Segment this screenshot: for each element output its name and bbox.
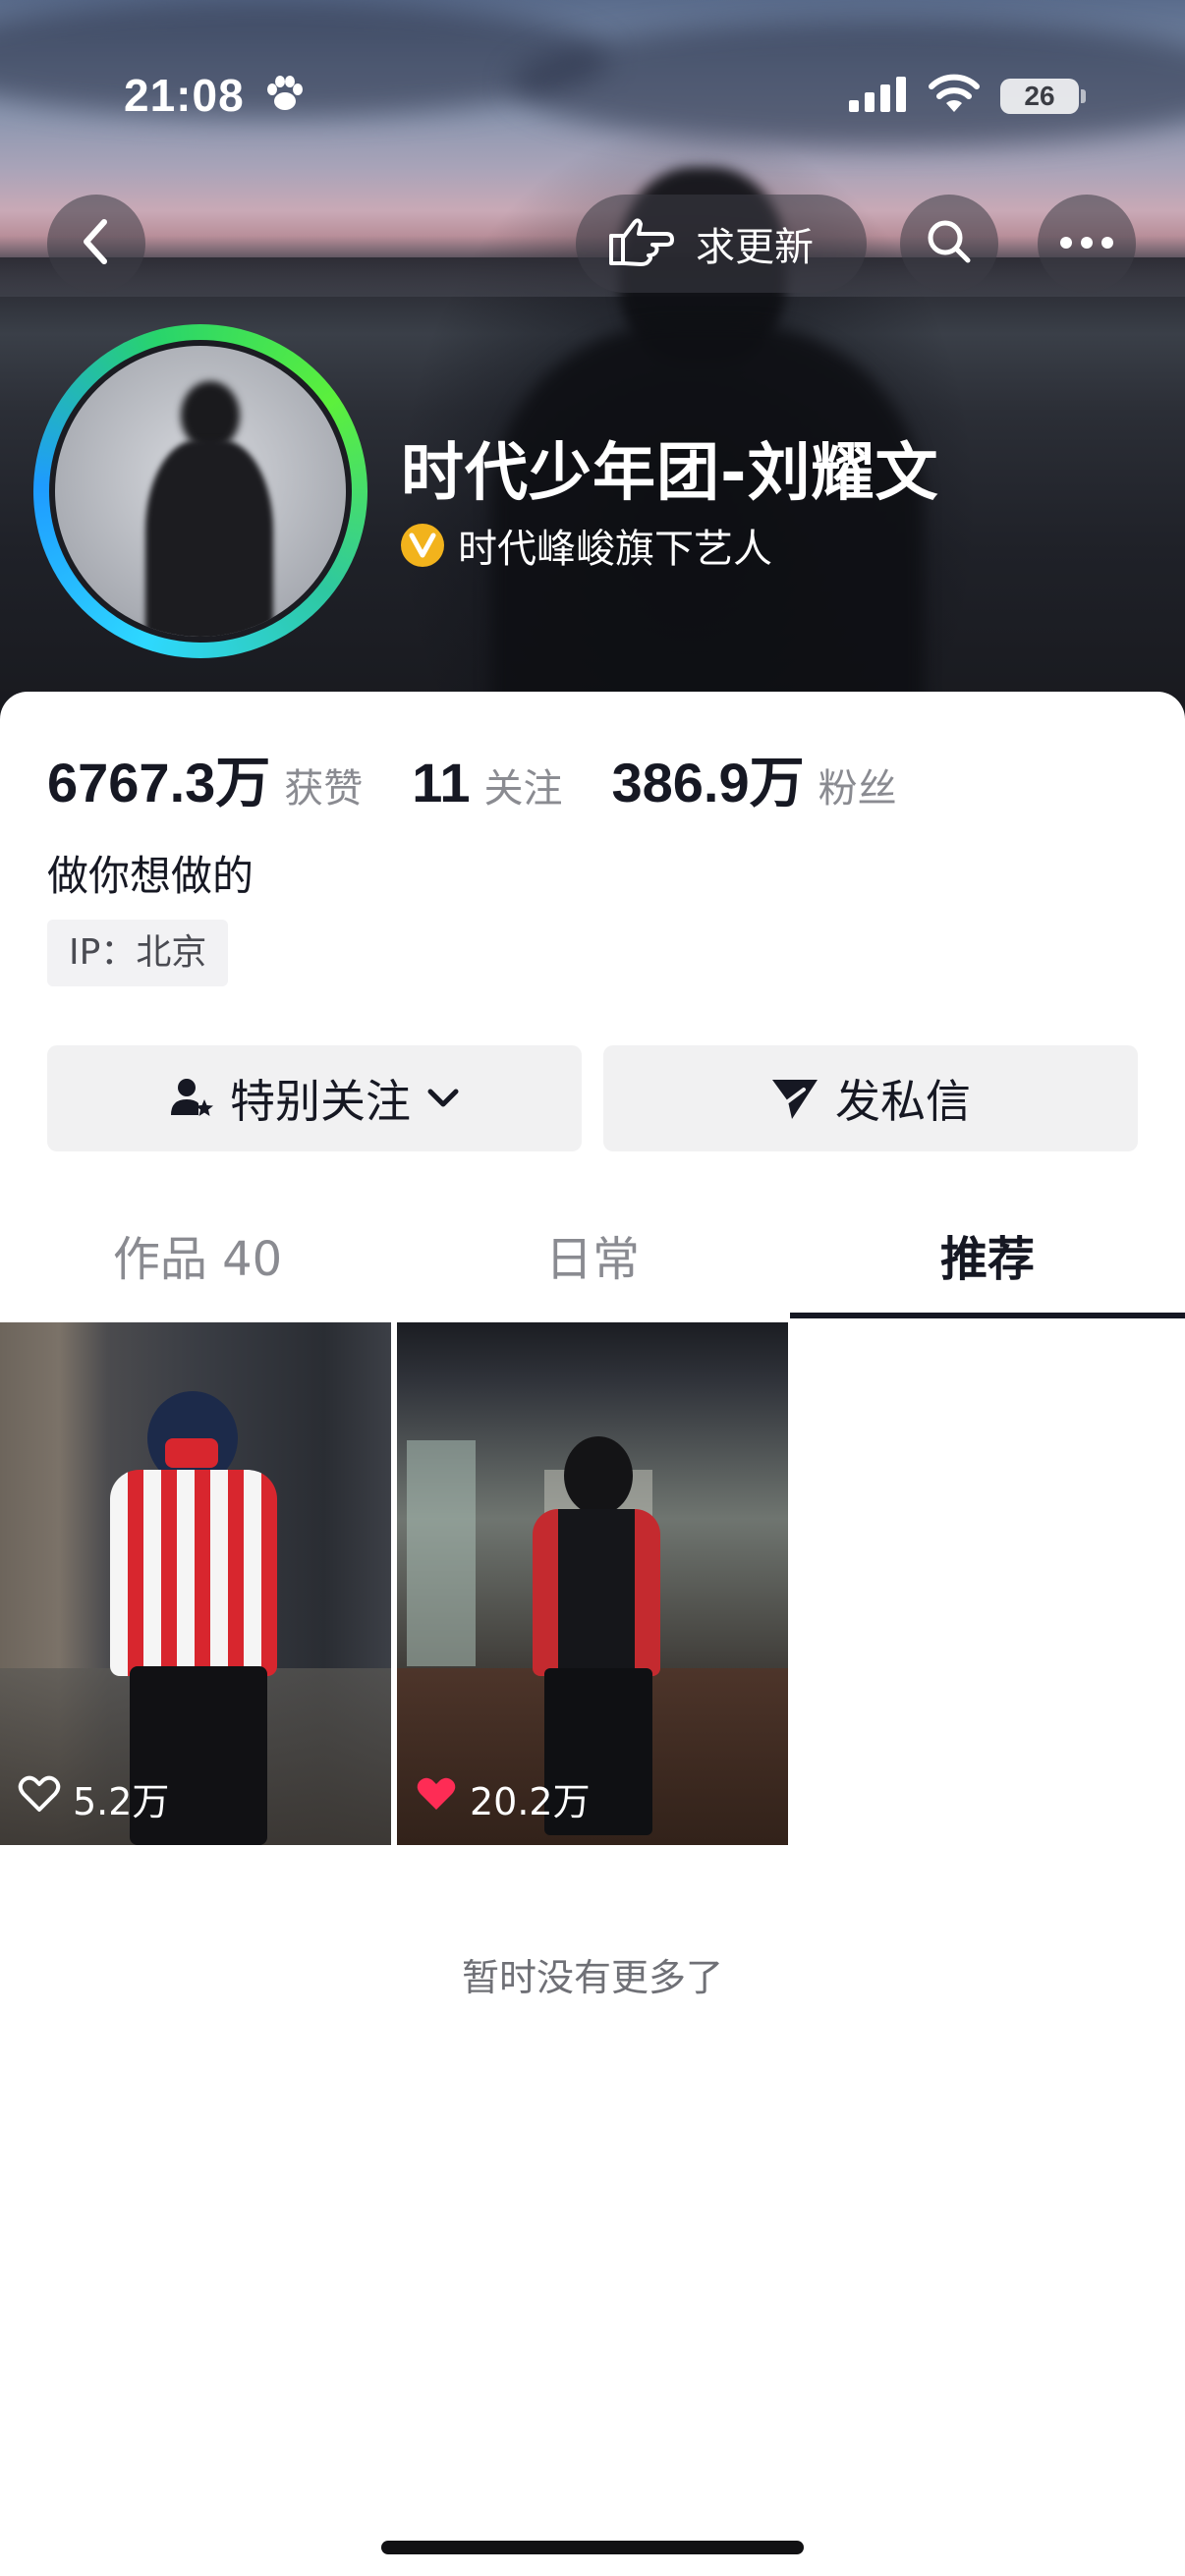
tab-works[interactable]: 作品 40 (0, 1210, 395, 1318)
heart-outline-icon (18, 1774, 61, 1822)
verified-badge-icon (401, 524, 444, 567)
thumbnail-person (110, 1470, 277, 1676)
ip-location-chip: IP：北京 (47, 920, 229, 986)
thumbnail-window (407, 1440, 476, 1666)
send-icon (770, 1076, 819, 1121)
followers-label[interactable]: 粉丝 (818, 756, 897, 813)
wifi-icon (928, 73, 981, 118)
content-tabs: 作品 40 日常 推荐 (0, 1210, 1185, 1318)
followers-count[interactable]: 386.9万 (611, 739, 804, 818)
avatar-figure (145, 440, 273, 637)
likes-count: 6767.3万 (47, 752, 271, 813)
search-button[interactable] (900, 195, 998, 293)
signal-icon (849, 77, 908, 116)
like-count-text: 5.2万 (73, 1780, 170, 1823)
special-follow-button[interactable]: 特别关注 (47, 1045, 582, 1151)
following-label[interactable]: 关注 (483, 756, 562, 813)
user-star-icon (169, 1076, 214, 1121)
heart-filled-icon (415, 1774, 458, 1822)
profile-display-name: 时代少年团-刘耀文 (401, 437, 939, 510)
send-message-label: 发私信 (835, 1075, 971, 1128)
search-icon (923, 215, 976, 272)
send-message-button[interactable]: 发私信 (603, 1045, 1138, 1151)
cover-cloud (511, 20, 1185, 147)
video-like-count: 5.2万 (18, 1771, 169, 1825)
verification-text: 时代峰峻旗下艺人 (458, 527, 772, 572)
request-update-label: 求更新 (696, 225, 814, 270)
tab-recommend[interactable]: 推荐 (790, 1210, 1185, 1318)
video-like-count: 20.2万 (415, 1771, 591, 1825)
no-more-content-text: 暂时没有更多了 (461, 1956, 723, 1999)
likes-label: 获赞 (284, 766, 364, 812)
battery-tip (1081, 89, 1086, 103)
status-time: 21:08 (124, 70, 245, 121)
special-follow-label: 特别关注 (230, 1075, 411, 1128)
video-thumbnail[interactable]: 20.2万 (397, 1322, 788, 1845)
home-indicator[interactable] (381, 2541, 804, 2554)
like-count-text: 20.2万 (470, 1780, 591, 1823)
more-button[interactable] (1038, 195, 1136, 293)
chevron-down-icon (426, 1088, 460, 1109)
thumbnail-person (165, 1438, 218, 1468)
profile-bio: 做你想做的 (47, 852, 254, 900)
back-button[interactable] (47, 195, 145, 293)
request-update-button[interactable]: 求更新 (576, 195, 867, 293)
video-thumbnail[interactable]: 5.2万 (0, 1322, 391, 1845)
tab-daily[interactable]: 日常 (395, 1210, 790, 1318)
avatar[interactable] (49, 340, 352, 643)
thumbnail-person (533, 1509, 660, 1676)
profile-stats: 6767.3万 获赞 11 关注 386.9万 粉丝 (47, 739, 897, 818)
active-tab-indicator (790, 1313, 1185, 1318)
verification-row: 时代峰峻旗下艺人 (401, 517, 772, 574)
chevron-left-icon (77, 216, 116, 271)
thumbnail-person (564, 1436, 633, 1515)
more-dots-icon (1059, 235, 1114, 253)
pointing-hand-icon (605, 212, 676, 275)
paw-icon (263, 73, 307, 120)
following-count[interactable]: 11 (412, 751, 470, 814)
battery-icon: 26 (1000, 79, 1079, 114)
